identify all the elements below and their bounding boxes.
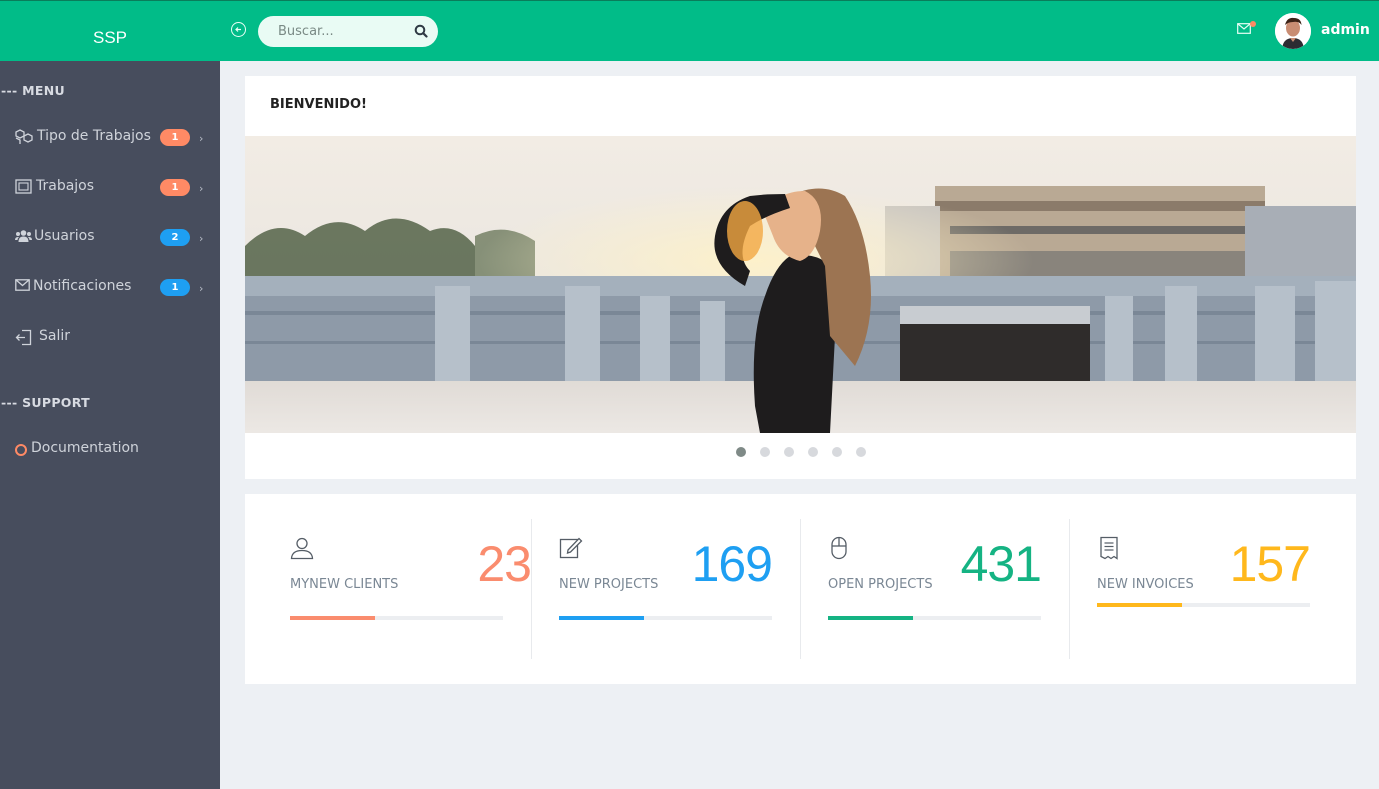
carousel-dot[interactable] — [760, 447, 770, 457]
cubes-icon — [15, 129, 33, 144]
carousel-dot[interactable] — [832, 447, 842, 457]
stat-clients: MYNEW CLIENTS 23 — [290, 519, 559, 659]
stat-invoices: NEW INVOICES 157 — [1069, 519, 1356, 659]
stat-label: MYNEW CLIENTS — [290, 577, 399, 592]
carousel-dot[interactable] — [856, 447, 866, 457]
stat-label: NEW PROJECTS — [559, 577, 659, 592]
mail-icon[interactable] — [1237, 23, 1251, 34]
user-icon — [290, 537, 314, 560]
stat-label: NEW INVOICES — [1097, 577, 1194, 592]
brand-logo[interactable]: SSP — [0, 1, 220, 61]
count-badge: 1 — [160, 279, 190, 296]
stat-value: 23 — [477, 536, 532, 592]
image-frame-icon — [15, 179, 32, 194]
carousel-dot[interactable] — [808, 447, 818, 457]
search-box — [258, 16, 438, 47]
count-badge: 1 — [160, 129, 190, 146]
sidebar-item-tipo-de-trabajos[interactable]: Tipo de Trabajos 1 › — [0, 117, 220, 157]
progress-fill — [559, 616, 645, 620]
progress-fill — [290, 616, 376, 620]
count-badge: 2 — [160, 229, 190, 246]
notification-dot — [1250, 21, 1256, 27]
sidebar-toggle-button[interactable] — [231, 22, 246, 37]
chevron-right-icon: › — [199, 182, 204, 195]
sidebar-item-label: Usuarios — [34, 228, 95, 244]
mouse-icon — [831, 536, 847, 560]
progress-bar — [559, 616, 772, 620]
avatar-image — [1275, 13, 1311, 49]
support-section-title: --- SUPPORT — [1, 395, 90, 410]
circle-icon — [15, 444, 27, 456]
top-navbar: SSP admin — [0, 0, 1379, 61]
logout-icon — [15, 329, 32, 346]
avatar[interactable] — [1275, 13, 1311, 49]
carousel-slide-image[interactable] — [245, 136, 1356, 433]
sidebar-item-label: Notificaciones — [33, 278, 132, 294]
sidebar-item-label: Documentation — [31, 440, 139, 456]
divider — [1069, 519, 1070, 659]
username[interactable]: admin — [1321, 22, 1370, 38]
carousel-dot[interactable] — [736, 447, 746, 457]
invoice-icon — [1100, 536, 1118, 560]
stat-value: 169 — [691, 536, 773, 592]
sidebar-item-label: Tipo de Trabajos — [37, 128, 151, 144]
progress-bar — [828, 616, 1041, 620]
edit-icon — [559, 537, 583, 559]
carousel-indicators — [736, 447, 866, 459]
sidebar-item-documentation[interactable]: Documentation — [0, 429, 220, 469]
divider — [800, 519, 801, 659]
stat-open-projects: OPEN PROJECTS 431 — [800, 519, 1069, 659]
sidebar-item-salir[interactable]: Salir — [0, 317, 220, 357]
stat-value: 431 — [960, 536, 1042, 592]
sidebar-item-label: Trabajos — [36, 178, 95, 194]
sidebar-item-label: Salir — [39, 328, 71, 344]
progress-fill — [828, 616, 914, 620]
progress-bar — [290, 616, 503, 620]
chevron-right-icon: › — [199, 282, 204, 295]
divider — [531, 519, 532, 659]
sidebar-item-usuarios[interactable]: Usuarios 2 › — [0, 217, 220, 257]
welcome-card: BIENVENIDO! — [245, 76, 1356, 479]
progress-bar — [1097, 603, 1310, 607]
search-icon[interactable] — [414, 24, 428, 38]
card-title: BIENVENIDO! — [270, 97, 367, 112]
stat-label: OPEN PROJECTS — [828, 577, 933, 592]
count-badge: 1 — [160, 179, 190, 196]
chevron-right-icon: › — [199, 232, 204, 245]
users-icon — [15, 230, 32, 242]
sidebar-item-notificaciones[interactable]: Notificaciones 1 › — [0, 267, 220, 307]
sidebar-item-trabajos[interactable]: Trabajos 1 › — [0, 167, 220, 207]
stat-projects: NEW PROJECTS 169 — [531, 519, 800, 659]
stats-card: MYNEW CLIENTS 23 NEW PROJECTS 169 OPEN P… — [245, 494, 1356, 684]
carousel-dot[interactable] — [784, 447, 794, 457]
progress-fill — [1097, 603, 1183, 607]
arrow-left-icon — [235, 27, 241, 32]
envelope-icon — [15, 279, 30, 291]
search-input[interactable] — [278, 22, 408, 41]
sidebar: --- MENU Tipo de Trabajos 1 › Trabajos 1… — [0, 61, 220, 789]
stat-value: 157 — [1229, 536, 1311, 592]
menu-section-title: --- MENU — [1, 83, 65, 98]
chevron-right-icon: › — [199, 132, 204, 145]
